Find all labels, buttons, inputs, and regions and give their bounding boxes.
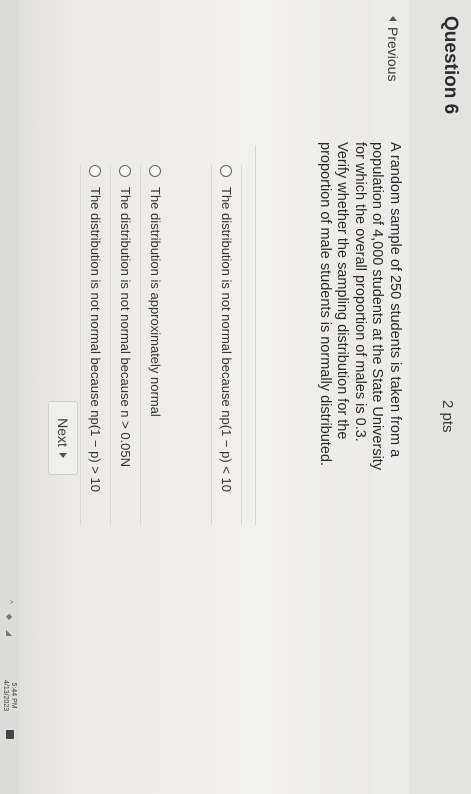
volume-icon[interactable]: ◢ bbox=[5, 630, 14, 636]
clock-time: 5:44 PM bbox=[10, 682, 17, 709]
radio-button-icon[interactable] bbox=[220, 165, 233, 177]
notification-icon[interactable] bbox=[6, 730, 14, 739]
option-1[interactable]: The distribution is not normal because n… bbox=[211, 165, 242, 525]
rotated-view: Question 6 2 pts Previous A random sampl… bbox=[0, 0, 471, 794]
previous-label: Previous bbox=[385, 27, 401, 82]
option-3[interactable]: The distribution is not normal because n… bbox=[110, 165, 140, 525]
tray-icons: ^ ◆ ◢ bbox=[5, 600, 14, 636]
answer-options: The distribution is not normal because n… bbox=[80, 165, 242, 525]
previous-button[interactable]: Previous bbox=[385, 16, 401, 81]
question-title: Question 6 bbox=[440, 16, 461, 115]
clock-date: 4/13/2023 bbox=[2, 680, 9, 712]
option-2[interactable]: The distribution is approximately normal bbox=[140, 165, 170, 525]
screen: Question 6 2 pts Previous A random sampl… bbox=[0, 0, 471, 794]
chevron-up-icon[interactable]: ^ bbox=[5, 600, 14, 604]
radio-button-icon[interactable] bbox=[149, 165, 162, 177]
triangle-right-icon bbox=[59, 452, 67, 458]
question-points: 2 pts bbox=[439, 400, 456, 433]
next-label: Next bbox=[55, 418, 71, 447]
radio-button-icon[interactable] bbox=[119, 165, 132, 177]
option-label: The distribution is not normal because n… bbox=[118, 187, 133, 468]
option-label: The distribution is not normal because n… bbox=[219, 187, 234, 492]
option-label: The distribution is approximately normal bbox=[148, 187, 163, 417]
radio-button-icon[interactable] bbox=[89, 165, 102, 177]
option-label: The distribution is not normal because n… bbox=[88, 187, 103, 492]
next-button[interactable]: Next bbox=[48, 401, 78, 475]
triangle-left-icon bbox=[389, 16, 397, 21]
option-4[interactable]: The distribution is not normal because n… bbox=[80, 165, 110, 525]
question-header: Question 6 2 pts bbox=[408, 0, 471, 794]
question-text: A random sample of 250 students is taken… bbox=[317, 142, 403, 471]
network-icon[interactable]: ◆ bbox=[5, 614, 14, 620]
taskbar: ^ ◆ ◢ 5:44 PM 4/13/2023 bbox=[0, 0, 19, 794]
divider bbox=[255, 145, 256, 525]
taskbar-clock[interactable]: 5:44 PM 4/13/2023 bbox=[1, 680, 17, 711]
